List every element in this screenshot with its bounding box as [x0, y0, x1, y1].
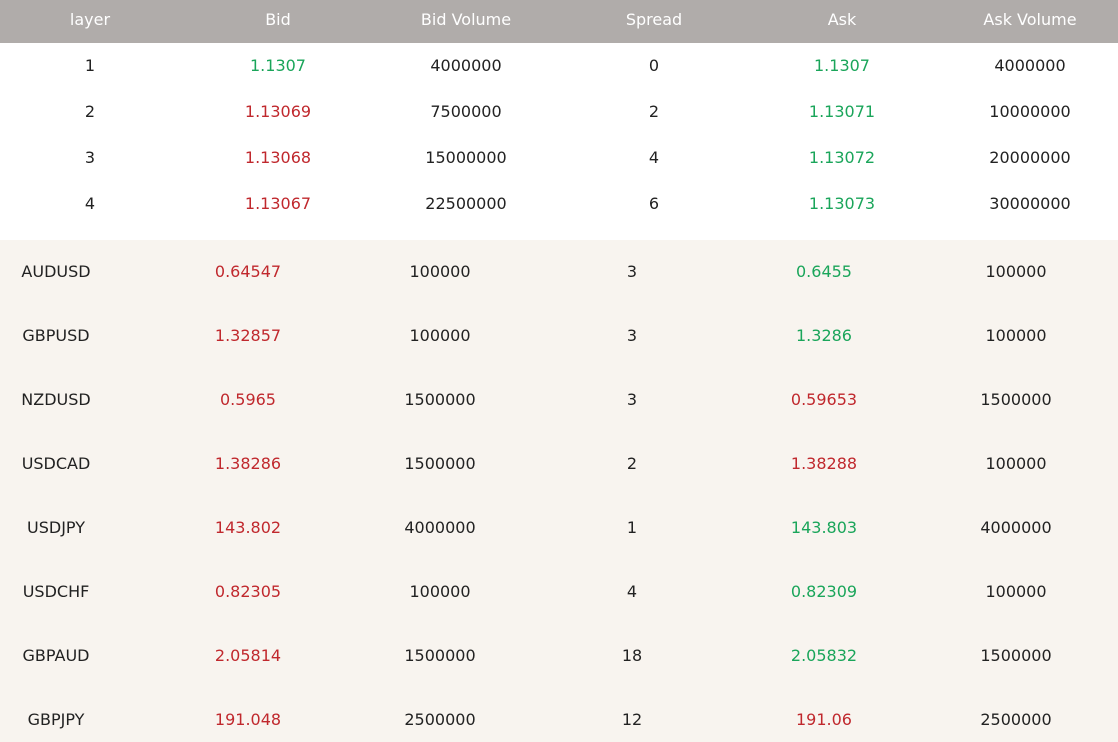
ask-cell: 1.1307	[814, 56, 870, 75]
ask-cell: 191.06	[796, 710, 852, 729]
quote-page: layer Bid Bid Volume Spread Ask Ask Volu…	[0, 0, 1118, 742]
spread-cell: 3	[626, 262, 638, 281]
ask-cell: 2.05832	[790, 646, 858, 665]
bid-volume-cell: 100000	[409, 582, 471, 601]
spread-cell: 1	[626, 518, 638, 537]
layer-cell: 3	[84, 148, 96, 167]
bid-cell: 2.05814	[214, 646, 282, 665]
depth-row: 3 1.13068 15000000 4 1.13072 20000000	[0, 135, 1118, 181]
bid-cell: 1.38286	[214, 454, 282, 473]
spread-cell: 4	[648, 148, 660, 167]
bid-volume-cell: 1500000	[404, 390, 476, 409]
ask-cell: 1.13072	[808, 148, 876, 167]
quote-row[interactable]: GBPUSD 1.32857 100000 3 1.3286 100000	[0, 304, 1118, 368]
ask-volume-cell: 100000	[985, 582, 1047, 601]
bid-cell: 191.048	[214, 710, 282, 729]
bid-volume-cell: 4000000	[404, 518, 476, 537]
symbol-cell: USDCHF	[22, 582, 90, 601]
bid-volume-cell: 100000	[409, 262, 471, 281]
spread-cell: 4	[626, 582, 638, 601]
bid-cell: 1.13068	[244, 148, 312, 167]
ask-volume-cell: 30000000	[989, 194, 1071, 213]
spread-cell: 3	[626, 326, 638, 345]
symbol-cell: GBPJPY	[27, 710, 85, 729]
header-layer: layer	[69, 10, 111, 29]
spread-cell: 3	[626, 390, 638, 409]
quote-row[interactable]: NZDUSD 0.5965 1500000 3 0.59653 1500000	[0, 368, 1118, 432]
depth-table-header: layer Bid Bid Volume Spread Ask Ask Volu…	[0, 0, 1118, 43]
bid-cell: 0.5965	[220, 390, 276, 409]
bid-volume-cell: 1500000	[404, 454, 476, 473]
depth-row: 2 1.13069 7500000 2 1.13071 10000000	[0, 89, 1118, 135]
ask-cell: 143.803	[790, 518, 858, 537]
header-spread: Spread	[625, 10, 683, 29]
ask-cell: 0.6455	[796, 262, 852, 281]
quote-row[interactable]: GBPJPY 191.048 2500000 12 191.06 2500000	[0, 688, 1118, 742]
symbol-cell: GBPAUD	[22, 646, 90, 665]
ask-cell: 1.3286	[796, 326, 852, 345]
symbol-cell: AUDUSD	[21, 262, 91, 281]
ask-volume-cell: 2500000	[980, 710, 1052, 729]
depth-table: layer Bid Bid Volume Spread Ask Ask Volu…	[0, 0, 1118, 240]
ask-volume-cell: 20000000	[989, 148, 1071, 167]
ask-volume-cell: 1500000	[980, 646, 1052, 665]
spread-cell: 2	[626, 454, 638, 473]
quote-row[interactable]: USDCHF 0.82305 100000 4 0.82309 100000	[0, 560, 1118, 624]
bid-volume-cell: 22500000	[425, 194, 507, 213]
bid-cell: 0.82305	[214, 582, 282, 601]
spread-cell: 12	[621, 710, 643, 729]
header-bid-volume: Bid Volume	[420, 10, 512, 29]
layer-cell: 1	[84, 56, 96, 75]
ask-cell: 0.82309	[790, 582, 858, 601]
bid-cell: 1.32857	[214, 326, 282, 345]
symbol-quotes-table: AUDUSD 0.64547 100000 3 0.6455 100000 GB…	[0, 240, 1118, 742]
bid-volume-cell: 4000000	[430, 56, 502, 75]
quote-row[interactable]: USDJPY 143.802 4000000 1 143.803 4000000	[0, 496, 1118, 560]
ask-volume-cell: 4000000	[994, 56, 1066, 75]
bid-volume-cell: 15000000	[425, 148, 507, 167]
ask-volume-cell: 1500000	[980, 390, 1052, 409]
bid-cell: 143.802	[214, 518, 282, 537]
bid-volume-cell: 100000	[409, 326, 471, 345]
ask-volume-cell: 100000	[985, 262, 1047, 281]
symbol-cell: USDCAD	[21, 454, 91, 473]
quote-row[interactable]: GBPAUD 2.05814 1500000 18 2.05832 150000…	[0, 624, 1118, 688]
layer-cell: 2	[84, 102, 96, 121]
ask-volume-cell: 100000	[985, 326, 1047, 345]
ask-cell: 0.59653	[790, 390, 858, 409]
symbol-cell: NZDUSD	[21, 390, 91, 409]
ask-volume-cell: 4000000	[980, 518, 1052, 537]
bid-cell: 1.1307	[250, 56, 306, 75]
depth-row: 4 1.13067 22500000 6 1.13073 30000000	[0, 181, 1118, 227]
quote-row[interactable]: USDCAD 1.38286 1500000 2 1.38288 100000	[0, 432, 1118, 496]
symbol-cell: USDJPY	[27, 518, 85, 537]
header-ask: Ask	[827, 10, 857, 29]
bid-cell: 0.64547	[214, 262, 282, 281]
spread-cell: 6	[648, 194, 660, 213]
symbol-cell: GBPUSD	[22, 326, 90, 345]
quote-row[interactable]: AUDUSD 0.64547 100000 3 0.6455 100000	[0, 240, 1118, 304]
bid-volume-cell: 7500000	[430, 102, 502, 121]
bid-cell: 1.13067	[244, 194, 312, 213]
bid-volume-cell: 1500000	[404, 646, 476, 665]
ask-cell: 1.38288	[790, 454, 858, 473]
ask-cell: 1.13071	[808, 102, 876, 121]
ask-volume-cell: 10000000	[989, 102, 1071, 121]
spread-cell: 0	[648, 56, 660, 75]
depth-row: 1 1.1307 4000000 0 1.1307 4000000	[0, 43, 1118, 89]
spread-cell: 18	[621, 646, 643, 665]
spread-cell: 2	[648, 102, 660, 121]
header-bid: Bid	[265, 10, 291, 29]
ask-volume-cell: 100000	[985, 454, 1047, 473]
ask-cell: 1.13073	[808, 194, 876, 213]
layer-cell: 4	[84, 194, 96, 213]
bid-volume-cell: 2500000	[404, 710, 476, 729]
header-ask-volume: Ask Volume	[983, 10, 1077, 29]
bid-cell: 1.13069	[244, 102, 312, 121]
